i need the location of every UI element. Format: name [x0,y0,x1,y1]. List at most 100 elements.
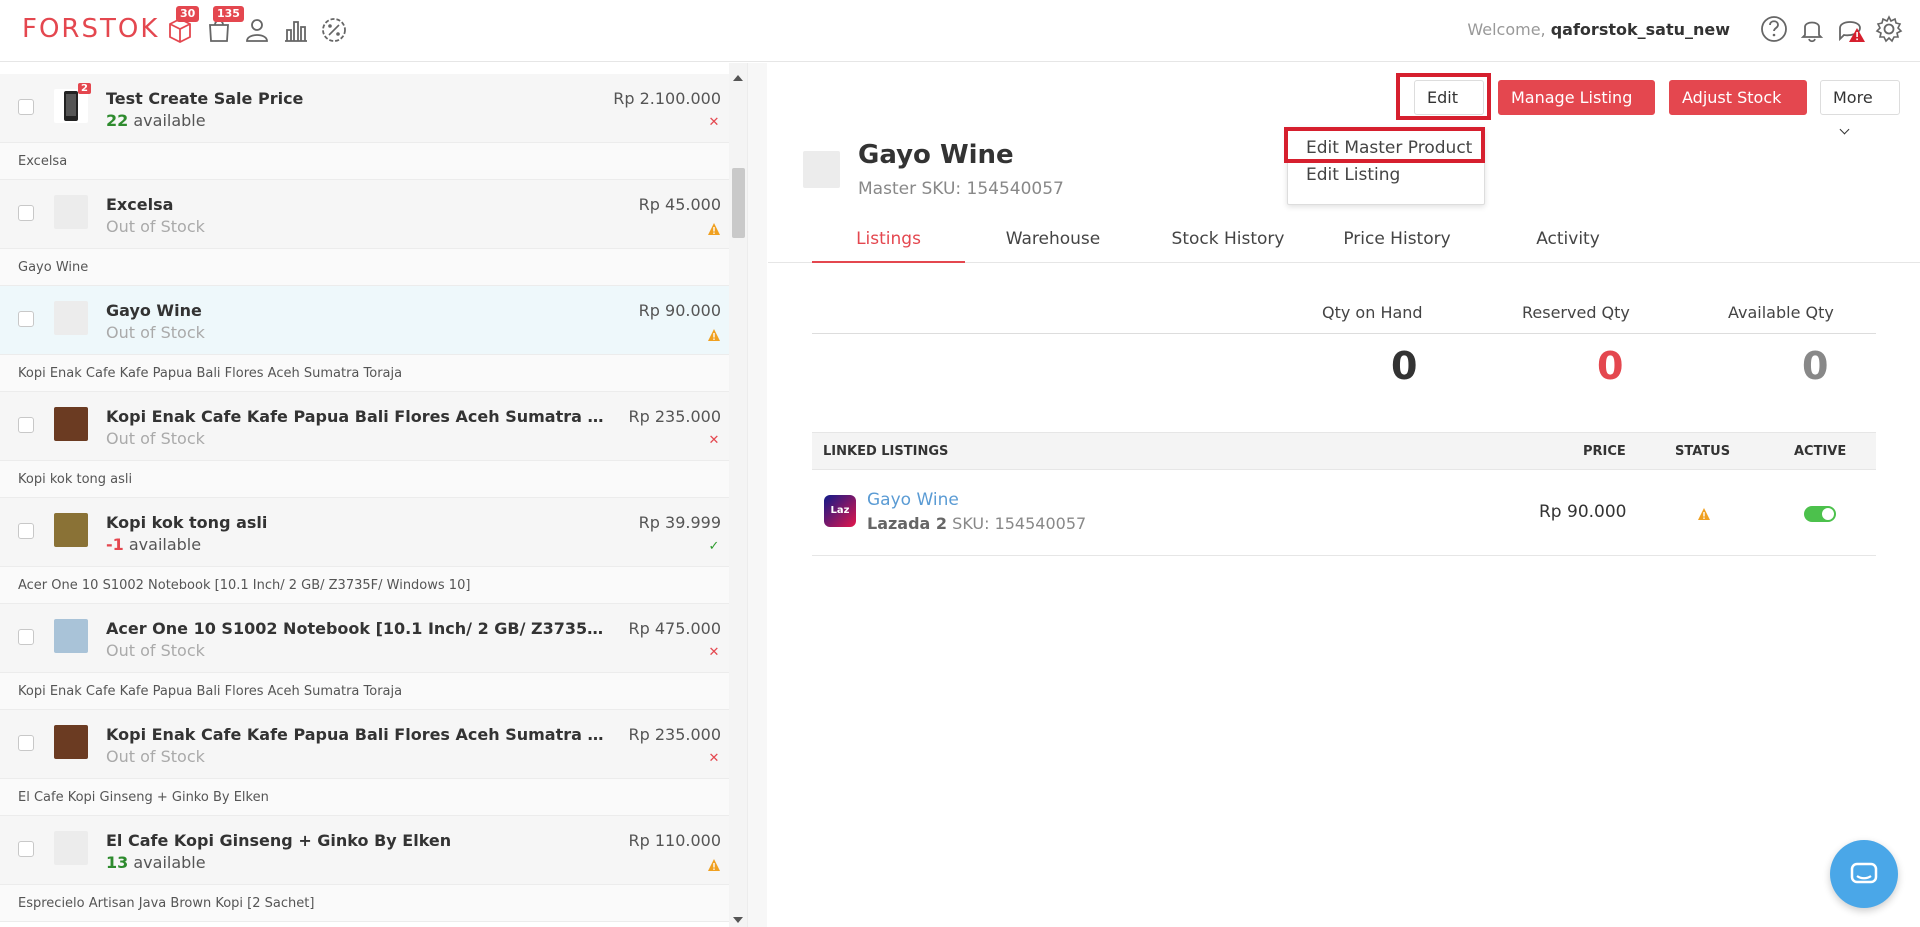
item-name[interactable]: Test Create Sale Price [106,89,606,108]
adjust-stock-label: Adjust Stock [1682,88,1782,107]
page-title: Gayo Wine [858,140,1014,170]
header-active: ACTIVE [1794,444,1847,459]
adjust-stock-button[interactable]: Adjust Stock [1669,80,1807,135]
more-button[interactable]: More [1820,80,1900,135]
bell-icon[interactable] [1797,14,1827,44]
item-name[interactable]: Gayo Wine [106,301,606,320]
listing-channel: Lazada 2 SKU: 154540057 [867,514,1086,533]
listing-name-link[interactable]: Gayo Wine [867,490,959,510]
row-checkbox[interactable] [18,205,34,221]
linked-listings-table: LINKED LISTINGS PRICE STATUS ACTIVE Laz … [812,432,1876,556]
highlight-edit-button [1396,73,1491,120]
menu-item-edit-listing[interactable]: Edit Listing [1306,165,1400,185]
panel-divider [747,63,767,927]
manage-listing-button[interactable]: Manage Listing [1498,80,1655,135]
row-checkbox[interactable] [18,523,34,539]
item-name[interactable]: Excelsa [106,195,606,214]
available-qty-label: Available Qty [1728,303,1834,322]
check-icon: ✓ [708,539,720,554]
group-label: Excelsa [0,142,747,180]
item-price: Rp 235.000 [628,407,721,426]
bar-chart-icon[interactable] [282,16,310,44]
stock-text: available [133,111,206,130]
more-label: More [1833,88,1873,107]
list-item[interactable]: Excelsa Out of Stock Rp 45.000 [0,180,747,248]
warning-icon [707,222,721,236]
group-label: Esprecielo Artisan Java Brown Kopi [2 Sa… [0,884,747,922]
forstok-logo[interactable]: FORSTOK [22,14,159,44]
item-price: Rp 90.000 [638,301,721,320]
reserved-qty-label: Reserved Qty [1522,303,1630,322]
bags-badge: 135 [213,6,244,22]
chevron-down-icon [1517,124,1528,135]
chat-alert-icon[interactable] [1836,14,1866,44]
master-sku: Master SKU: 154540057 [858,179,1064,199]
list-item-selected[interactable]: Gayo Wine Out of Stock Rp 90.000 [0,286,747,354]
user-icon[interactable] [243,16,271,44]
item-stock: 13 available [106,853,206,872]
row-checkbox[interactable] [18,841,34,857]
list-scrollbar[interactable] [729,63,747,927]
close-icon: ✕ [708,433,720,448]
stock-text: Out of Stock [106,217,205,236]
tab-price-history[interactable]: Price History [1325,223,1469,263]
group-label: Kopi Enak Cafe Kafe Papua Bali Flores Ac… [0,672,747,710]
stock-text: Out of Stock [106,323,205,342]
shopping-bag-icon[interactable]: 135 [205,6,244,44]
list-item[interactable]: Kopi kok tong asli -1 available Rp 39.99… [0,498,747,566]
chat-support-button[interactable] [1830,840,1898,908]
scroll-up-arrow[interactable] [733,75,743,81]
close-icon: ✕ [708,115,720,130]
product-list[interactable]: 2 Test Create Sale Price 22 available Rp… [0,63,747,927]
group-label: Kopi kok tong asli [0,460,747,498]
chevron-down-icon [1839,124,1850,135]
tab-stock-history[interactable]: Stock History [1154,223,1302,263]
row-checkbox[interactable] [18,311,34,327]
active-toggle[interactable] [1804,506,1836,522]
product-thumbnail [803,151,840,188]
stock-text: available [128,535,202,554]
scroll-down-arrow[interactable] [733,917,743,923]
channel-name: Lazada 2 [867,514,948,533]
item-name[interactable]: El Cafe Kopi Ginseng + Ginko By Elken [106,831,606,850]
stock-text: available [133,853,206,872]
lazada-logo: Laz [824,495,856,527]
product-thumbnail [54,831,88,865]
coffee-thumbnail [54,513,88,547]
group-label: El Cafe Kopi Ginseng + Ginko By Elken [0,778,747,816]
tab-listings[interactable]: Listings [812,223,965,263]
scroll-thumb[interactable] [732,168,745,238]
stock-number: -1 [106,535,124,554]
tab-warehouse[interactable]: Warehouse [983,223,1123,263]
tab-activity[interactable]: Activity [1496,223,1640,263]
list-item[interactable]: Kopi Enak Cafe Kafe Papua Bali Flores Ac… [0,710,747,778]
row-checkbox[interactable] [18,417,34,433]
row-checkbox[interactable] [18,735,34,751]
header-status: STATUS [1675,444,1731,459]
item-price: Rp 45.000 [638,195,721,214]
list-item[interactable]: El Cafe Kopi Ginseng + Ginko By Elken 13… [0,816,747,884]
list-item[interactable]: Kopi Enak Cafe Kafe Papua Bali Flores Ac… [0,392,747,460]
qty-on-hand-label: Qty on Hand [1322,303,1423,322]
product-thumbnail [54,195,88,229]
list-item[interactable]: Acer One 10 S1002 Notebook [10.1 Inch/ 2… [0,604,747,672]
row-checkbox[interactable] [18,629,34,645]
warning-icon [707,328,721,342]
item-name[interactable]: Acer One 10 S1002 Notebook [10.1 Inch/ 2… [106,619,606,638]
item-stock: -1 available [106,535,201,554]
item-name[interactable]: Kopi Enak Cafe Kafe Papua Bali Flores Ac… [106,725,606,744]
item-name[interactable]: Kopi Enak Cafe Kafe Papua Bali Flores Ac… [106,407,606,426]
item-price: Rp 2.100.000 [613,89,721,108]
item-stock: 22 available [106,111,206,130]
help-icon[interactable] [1759,14,1789,44]
orders-badge: 30 [176,6,200,22]
item-price: Rp 475.000 [628,619,721,638]
gear-icon[interactable] [1874,14,1904,44]
row-checkbox[interactable] [18,99,34,115]
product-box-icon[interactable]: 30 [166,6,200,44]
username[interactable]: qaforstok_satu_new [1551,20,1730,39]
promotion-icon[interactable] [320,16,348,44]
item-name[interactable]: Kopi kok tong asli [106,513,606,532]
list-item[interactable]: 2 Test Create Sale Price 22 available Rp… [0,74,747,142]
stock-text: Out of Stock [106,641,205,660]
